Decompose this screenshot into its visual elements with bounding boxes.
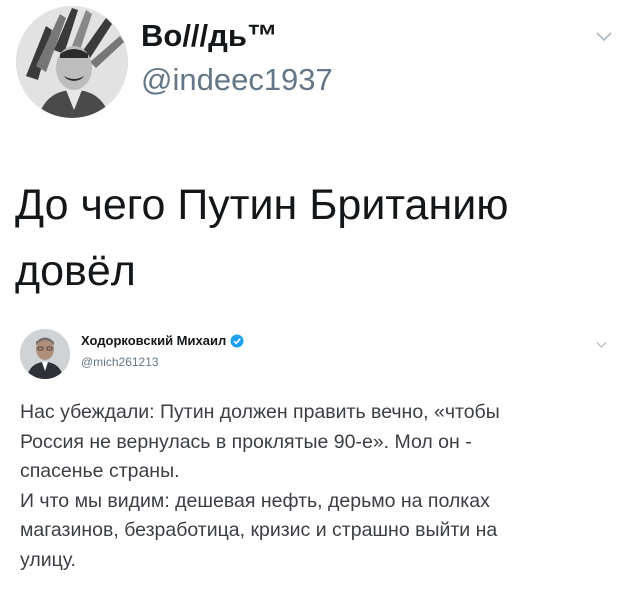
chevron-down-icon[interactable] bbox=[596, 336, 607, 348]
outer-tweet-line: довёл bbox=[15, 247, 136, 295]
verified-badge-icon bbox=[230, 334, 244, 348]
quoted-author-name[interactable]: Ходорковский Михаил bbox=[81, 333, 226, 348]
quoted-tweet-line: И что мы видим: дешевая нефть, дерьмо на… bbox=[20, 489, 490, 512]
outer-author-avatar[interactable] bbox=[16, 6, 128, 118]
quoted-tweet-line: Нас убеждали: Путин должен править вечно… bbox=[20, 401, 500, 423]
quoted-tweet-line: магазинов, безработица, кризис и страшно… bbox=[20, 519, 498, 542]
outer-author-handle[interactable]: @indeec1937 bbox=[141, 62, 333, 98]
outer-tweet-text: До чего Путин Британию довёл bbox=[15, 172, 605, 304]
outer-tweet-line: До чего Путин Британию bbox=[15, 181, 509, 229]
quoted-tweet-line: улицу. bbox=[20, 548, 76, 571]
quoted-tweet-line: Россия не вернулась в проклятые 90-е». М… bbox=[20, 430, 472, 453]
chevron-down-icon[interactable] bbox=[596, 30, 612, 42]
quoted-tweet-line: спасенье страны. bbox=[20, 460, 180, 483]
quoted-tweet-text: Нас убеждали: Путин должен править вечно… bbox=[20, 398, 610, 576]
quoted-author-handle[interactable]: @mich261213 bbox=[81, 355, 159, 369]
quoted-author-avatar[interactable] bbox=[20, 329, 70, 379]
outer-author-name[interactable]: Во///дь™ bbox=[141, 18, 278, 54]
quoted-author-name-row[interactable]: Ходорковский Михаил bbox=[81, 333, 244, 348]
